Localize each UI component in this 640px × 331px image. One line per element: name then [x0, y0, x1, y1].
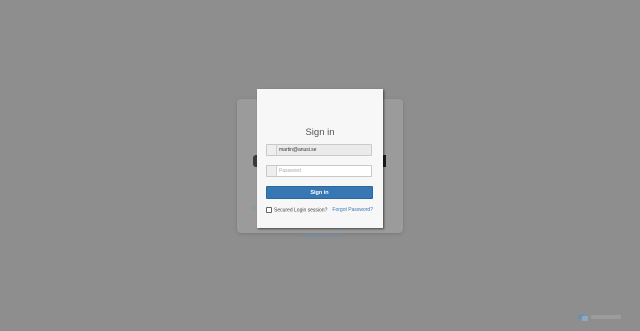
username-input[interactable] [279, 145, 369, 155]
app-logo-text [591, 315, 621, 319]
password-field[interactable] [266, 165, 372, 177]
remember-label: Secured Login session? [274, 207, 328, 214]
remember-session[interactable]: Secured Login session? [266, 206, 328, 214]
background-link-fragment [252, 206, 255, 210]
user-icon [267, 145, 277, 155]
app-logo-icon [578, 314, 588, 321]
background-logo-fragment-right [383, 155, 386, 167]
forgot-password-link[interactable]: Forgot Password? [332, 207, 373, 214]
remember-checkbox[interactable] [266, 206, 272, 213]
password-input[interactable] [279, 166, 369, 176]
username-field[interactable] [266, 144, 372, 156]
modal-title: Sign in [305, 127, 335, 138]
background-copyright: Copyright © 2022 [302, 233, 341, 239]
signin-modal: Sign in Sign in Secured Login session? F… [257, 89, 383, 228]
lock-icon [267, 166, 277, 176]
signin-button[interactable]: Sign in [266, 186, 373, 199]
